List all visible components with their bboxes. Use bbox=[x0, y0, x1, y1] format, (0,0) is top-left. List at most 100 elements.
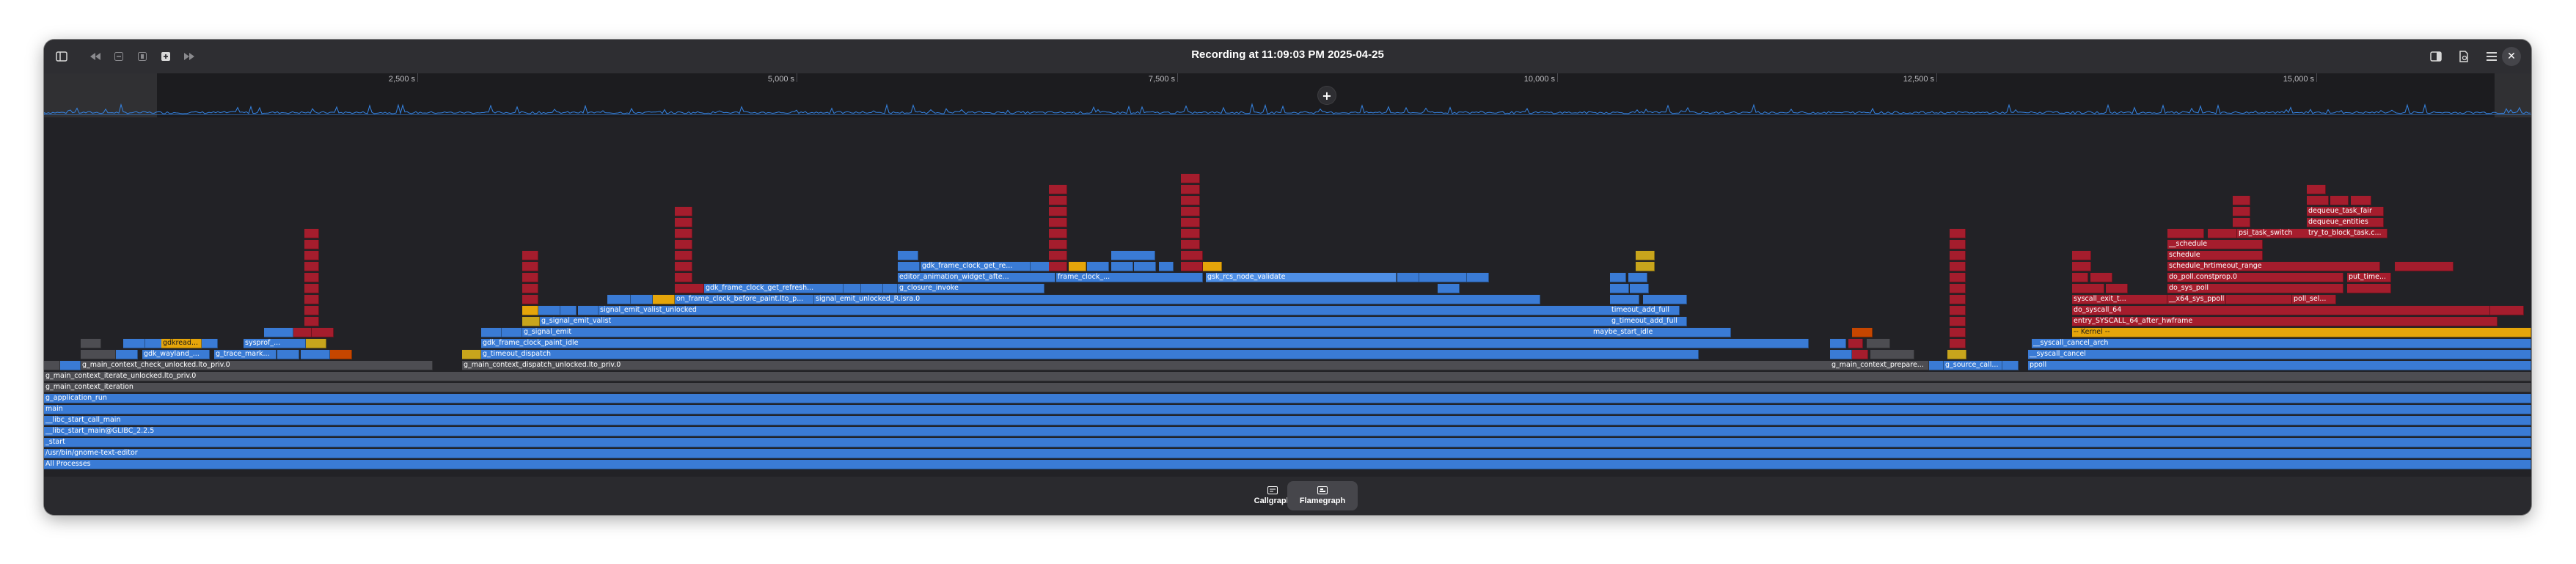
flamegraph-frame[interactable] bbox=[631, 295, 653, 304]
flamegraph-frame[interactable] bbox=[2233, 218, 2250, 227]
flamegraph-frame[interactable] bbox=[304, 273, 319, 282]
flamegraph-frame[interactable]: g_main_context_iterate_unlocked.lto_priv… bbox=[44, 372, 2531, 381]
flamegraph-frame[interactable]: gdkread... bbox=[161, 339, 202, 348]
flamegraph-frame[interactable] bbox=[2490, 306, 2524, 315]
flamegraph-frame[interactable]: __x64_sys_ppoll bbox=[2167, 295, 2226, 304]
flamegraph-frame[interactable] bbox=[844, 284, 861, 293]
flamegraph-frame[interactable] bbox=[2072, 251, 2091, 260]
flamegraph-frame[interactable] bbox=[2395, 262, 2454, 271]
flamegraph-frame[interactable] bbox=[1643, 295, 1687, 304]
flamegraph-frame[interactable]: on_frame_clock_before_paint.lto_p... bbox=[675, 295, 814, 304]
flamegraph-view[interactable]: All Processes/usr/bin/gnome-text-editor _… bbox=[44, 117, 2531, 477]
flamegraph-frame[interactable] bbox=[1181, 240, 1200, 249]
flamegraph-frame[interactable]: __libc_start_call_main bbox=[44, 416, 2531, 425]
flamegraph-frame[interactable] bbox=[1848, 339, 1863, 348]
flamegraph-frame[interactable] bbox=[2226, 295, 2292, 304]
flamegraph-frame[interactable]: put_time... bbox=[2347, 273, 2391, 282]
flamegraph-frame[interactable]: main bbox=[44, 405, 2531, 414]
flamegraph-frame[interactable] bbox=[2090, 273, 2112, 282]
flamegraph-frame[interactable] bbox=[312, 328, 334, 337]
flamegraph-frame[interactable] bbox=[1181, 196, 1200, 205]
flamegraph-frame[interactable] bbox=[1049, 229, 1067, 238]
flamegraph-frame[interactable] bbox=[304, 295, 319, 304]
flamegraph-frame[interactable]: g_application_run bbox=[44, 394, 2531, 403]
flamegraph-frame[interactable] bbox=[1467, 273, 1489, 282]
flamegraph-frame[interactable] bbox=[1947, 350, 1966, 359]
flamegraph-frame[interactable] bbox=[1950, 306, 1966, 315]
flamegraph-frame[interactable] bbox=[1950, 262, 1966, 271]
flamegraph-frame[interactable]: g_main_context_dispatch_unlocked.lto_pri… bbox=[462, 361, 1870, 370]
flamegraph-frame[interactable] bbox=[502, 328, 522, 337]
flamegraph-frame[interactable] bbox=[44, 361, 60, 370]
flamegraph-frame[interactable] bbox=[1049, 218, 1067, 227]
flamegraph-frame[interactable] bbox=[1087, 262, 1109, 271]
timeline-overview[interactable]: 2,500 s 5,000 s 7,500 s 10,000 s 12,500 s 15,… bbox=[44, 73, 2531, 117]
flamegraph-frame[interactable] bbox=[304, 262, 319, 271]
flamegraph-frame[interactable] bbox=[1181, 207, 1200, 216]
flamegraph-frame[interactable] bbox=[301, 350, 330, 359]
flamegraph-frame[interactable] bbox=[675, 262, 692, 271]
flamegraph-frame[interactable] bbox=[675, 273, 692, 282]
flamegraph-frame[interactable] bbox=[653, 295, 675, 304]
flamegraph-frame[interactable] bbox=[1830, 350, 1852, 359]
flamegraph-frame[interactable] bbox=[1438, 284, 1460, 293]
flamegraph-frame[interactable] bbox=[675, 207, 692, 216]
flamegraph-frame[interactable] bbox=[560, 306, 577, 315]
flamegraph-frame[interactable] bbox=[116, 350, 138, 359]
flamegraph-frame[interactable]: ppoll bbox=[2028, 361, 2531, 370]
flamegraph-frame[interactable] bbox=[123, 339, 145, 348]
flamegraph-frame[interactable] bbox=[1870, 350, 1914, 359]
flamegraph-frame[interactable]: timeout_add_full bbox=[1610, 306, 1680, 315]
flamegraph-frame[interactable] bbox=[522, 306, 538, 315]
flamegraph-frame[interactable]: gdk_frame_clock_get_refresh... bbox=[704, 284, 844, 293]
right-panel-icon[interactable] bbox=[2427, 48, 2445, 65]
flamegraph-frame[interactable]: gdk_frame_clock_paint_idle bbox=[481, 339, 1809, 348]
flamegraph-frame[interactable] bbox=[304, 240, 319, 249]
flamegraph-frame[interactable]: syscall_exit_t... bbox=[2072, 295, 2167, 304]
flamegraph-frame[interactable]: poll_sel... bbox=[2292, 295, 2336, 304]
flamegraph-frame[interactable] bbox=[1950, 317, 1966, 326]
flamegraph-frame[interactable] bbox=[60, 361, 81, 370]
flamegraph-frame[interactable] bbox=[1852, 328, 1873, 337]
flamegraph-frame[interactable] bbox=[2072, 284, 2104, 293]
flamegraph-frame[interactable] bbox=[1610, 284, 1629, 293]
flamegraph-frame[interactable]: schedule_hrtimeout_range bbox=[2167, 262, 2380, 271]
flamegraph-frame[interactable] bbox=[1181, 251, 1203, 260]
flamegraph-frame[interactable] bbox=[1852, 350, 1868, 359]
flamegraph-frame[interactable]: sysprof_... bbox=[244, 339, 306, 348]
flamegraph-frame[interactable] bbox=[675, 284, 704, 293]
flamegraph-frame[interactable] bbox=[304, 306, 319, 315]
flamegraph-frame[interactable]: g_trace_mark... bbox=[214, 350, 277, 359]
flamegraph-frame[interactable]: dequeue_task_fair bbox=[2307, 207, 2384, 216]
flamegraph-frame[interactable] bbox=[1049, 185, 1067, 194]
flamegraph-frame[interactable] bbox=[898, 251, 918, 260]
flamegraph-frame[interactable] bbox=[522, 295, 538, 304]
flamegraph-frame[interactable]: __syscall_cancel bbox=[2028, 350, 2531, 359]
flamegraph-frame[interactable]: try_to_block_task.c... bbox=[2307, 229, 2387, 238]
flamegraph-frame[interactable]: maybe_start_idle bbox=[1592, 328, 1731, 337]
flamegraph-frame[interactable] bbox=[330, 350, 352, 359]
flamegraph-frame[interactable] bbox=[1049, 240, 1067, 249]
flamegraph-frame[interactable]: g_main_context_prepare... bbox=[1830, 361, 1929, 370]
flamegraph-frame[interactable] bbox=[2233, 207, 2250, 216]
flamegraph-frame[interactable] bbox=[883, 284, 898, 293]
flamegraph-frame[interactable]: g_source_call... bbox=[1944, 361, 2002, 370]
flamegraph-frame[interactable] bbox=[1867, 339, 1890, 348]
flamegraph-frame[interactable]: editor_animation_widget_afte... bbox=[898, 273, 1055, 282]
flamegraph-frame[interactable] bbox=[1049, 196, 1067, 205]
flamegraph-frame[interactable] bbox=[277, 350, 299, 359]
flamegraph-frame[interactable] bbox=[1630, 284, 1649, 293]
flamegraph-frame[interactable] bbox=[675, 240, 692, 249]
flamegraph-frame[interactable] bbox=[675, 251, 692, 260]
flamegraph-frame[interactable]: schedule bbox=[2167, 251, 2263, 260]
timeline-zoom-button[interactable]: + bbox=[1318, 87, 1336, 104]
flamegraph-frame[interactable]: entry_SYSCALL_64_after_hwframe bbox=[2072, 317, 2498, 326]
flamegraph-frame[interactable] bbox=[1950, 240, 1966, 249]
flamegraph-frame[interactable] bbox=[202, 339, 218, 348]
flamegraph-frame[interactable]: /usr/bin/gnome-text-editor bbox=[44, 449, 2531, 458]
flamegraph-frame[interactable] bbox=[1181, 185, 1200, 194]
flamegraph-frame[interactable] bbox=[304, 251, 319, 260]
flamegraph-frame[interactable]: g_closure_invoke bbox=[898, 284, 1044, 293]
flamegraph-frame[interactable]: gdk_wayland_... bbox=[142, 350, 210, 359]
flamegraph-frame[interactable] bbox=[81, 350, 116, 359]
